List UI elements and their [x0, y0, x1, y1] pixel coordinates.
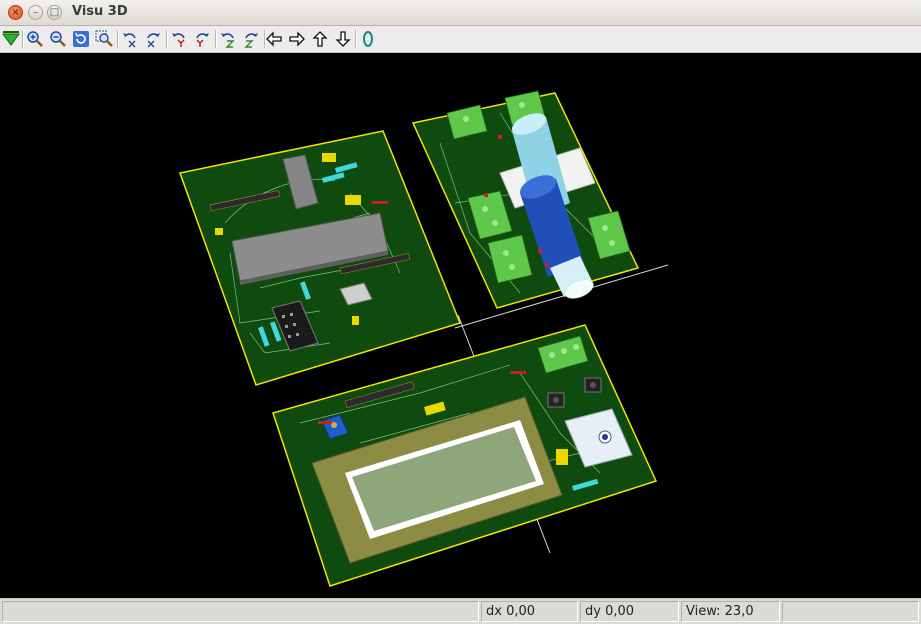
rotate-z-neg-icon	[221, 33, 235, 48]
zoom-fit-icon	[95, 30, 113, 47]
arrow-down-icon	[335, 31, 351, 47]
close-window-button[interactable]: ×	[8, 5, 23, 20]
pan-down-button[interactable]	[333, 29, 353, 49]
status-dy: dy 0,00	[580, 601, 679, 622]
minimize-window-button[interactable]: –	[28, 5, 43, 20]
rotate-x-pos-button[interactable]	[143, 29, 163, 49]
pcb-mcu-board	[179, 130, 462, 386]
rotate-x-neg-button[interactable]	[120, 29, 140, 49]
zoom-in-button[interactable]	[25, 29, 45, 49]
3d-viewport[interactable]	[0, 53, 921, 598]
pan-up-button[interactable]	[310, 29, 330, 49]
status-dx: dx 0,00	[481, 601, 578, 622]
arrow-up-icon	[312, 31, 328, 47]
ortho-view-button[interactable]	[358, 29, 378, 49]
rotate-y-pos-button[interactable]	[192, 29, 212, 49]
status-message	[2, 601, 479, 622]
rotate-x-pos-icon	[147, 33, 160, 48]
title-bar: × – □ Visu 3D	[0, 0, 921, 26]
pcb-lcd-board	[272, 324, 658, 587]
zoom-out-button[interactable]	[48, 29, 68, 49]
rotate-z-pos-icon	[244, 33, 258, 48]
status-bar: dx 0,00 dy 0,00 View: 23,0	[0, 598, 921, 624]
arrow-left-icon	[266, 31, 282, 47]
reload-board-button[interactable]	[1, 29, 21, 49]
rotate-x-neg-icon	[123, 33, 136, 48]
toolbar	[0, 26, 921, 53]
rotate-z-neg-button[interactable]	[218, 29, 238, 49]
zoom-out-icon	[50, 31, 66, 47]
pcb-power-board	[411, 90, 640, 309]
zoom-fit-button[interactable]	[94, 29, 114, 49]
arrow-right-icon	[289, 31, 305, 47]
refresh-view-icon	[73, 31, 89, 47]
ortho-view-icon	[363, 31, 373, 47]
3d-scene	[179, 90, 669, 587]
pan-left-button[interactable]	[264, 29, 284, 49]
status-extra	[782, 601, 919, 622]
rotate-z-pos-button[interactable]	[241, 29, 261, 49]
rotate-y-neg-icon	[172, 33, 185, 47]
rotate-y-pos-icon	[196, 33, 209, 47]
refresh-view-button[interactable]	[71, 29, 91, 49]
zoom-in-icon	[27, 31, 43, 47]
reload-board-icon	[2, 31, 20, 46]
rotate-y-neg-button[interactable]	[169, 29, 189, 49]
status-view: View: 23,0	[681, 601, 780, 622]
pan-right-button[interactable]	[287, 29, 307, 49]
window-title: Visu 3D	[72, 4, 128, 19]
maximize-window-button[interactable]: □	[47, 5, 62, 20]
